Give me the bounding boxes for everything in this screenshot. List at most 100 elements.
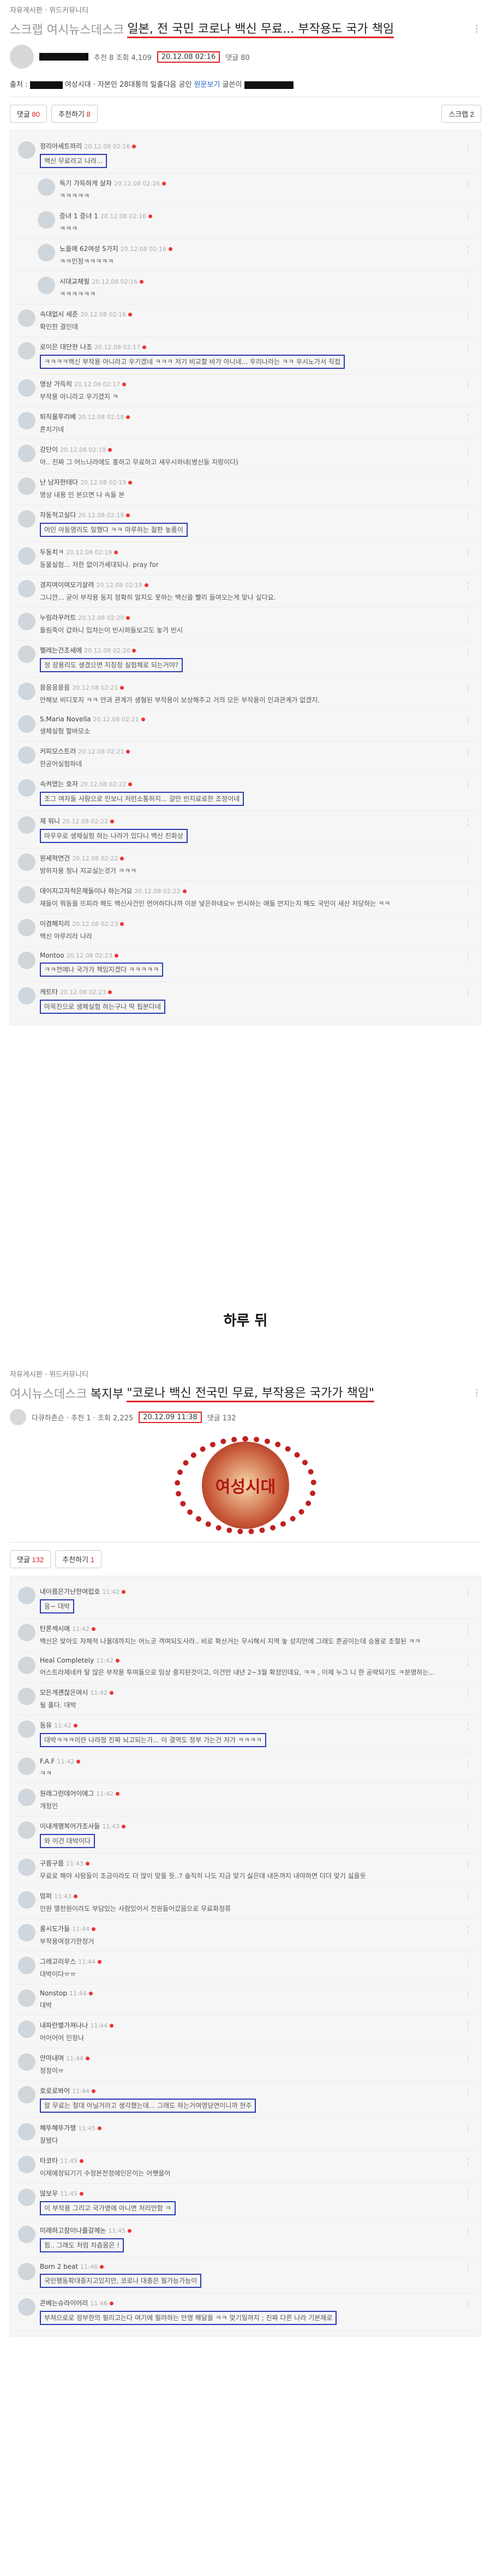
commenter-avatar[interactable] — [38, 178, 55, 196]
comment-menu-icon[interactable]: ⋮ — [464, 1991, 472, 2000]
commenter-avatar[interactable] — [18, 2156, 35, 2173]
commenter-name[interactable]: 롱시도가들 — [40, 1925, 70, 1933]
commenter-avatar[interactable] — [18, 580, 35, 597]
comment-menu-icon[interactable]: ⋮ — [464, 278, 472, 287]
commenter-avatar[interactable] — [18, 2123, 35, 2141]
commenter-name[interactable]: S.Maria Novella — [40, 715, 91, 723]
commenter-avatar[interactable] — [18, 1657, 35, 1674]
comment-menu-icon[interactable]: ⋮ — [464, 1625, 472, 1634]
commenter-name[interactable]: 타코타 — [40, 2157, 58, 2165]
commenter-name[interactable]: 원래그런데어이에그 — [40, 1790, 94, 1797]
commenter-name[interactable]: F.A.F — [40, 1758, 55, 1765]
commenter-avatar[interactable] — [18, 1624, 35, 1641]
commenter-avatar[interactable] — [18, 141, 35, 159]
commenter-name[interactable]: 강단이 — [40, 446, 58, 453]
comment-menu-icon[interactable]: ⋮ — [464, 2190, 472, 2199]
commenter-avatar[interactable] — [18, 987, 35, 1005]
commenter-avatar[interactable] — [18, 886, 35, 904]
commenter-name[interactable]: 동유 — [40, 1722, 52, 1729]
comments-button[interactable]: 댓글 80 — [10, 105, 47, 123]
comment-menu-icon[interactable]: ⋮ — [464, 1860, 472, 1869]
commenter-avatar[interactable] — [18, 952, 35, 969]
commenter-name[interactable]: 속대없시 세준 — [40, 310, 78, 318]
comment-menu-icon[interactable]: ⋮ — [464, 1893, 472, 1902]
commenter-avatar[interactable] — [18, 2189, 35, 2206]
commenter-avatar[interactable] — [18, 1758, 35, 1775]
comment-menu-icon[interactable]: ⋮ — [464, 246, 472, 254]
commenter-name[interactable]: 경지여이여모기살려 — [40, 581, 94, 589]
comment-menu-icon[interactable]: ⋮ — [464, 921, 472, 929]
commenter-name[interactable]: 않보우 — [40, 2190, 58, 2197]
commenter-avatar[interactable] — [18, 853, 35, 871]
commenter-name[interactable]: 캐트타 — [40, 988, 58, 996]
commenter-name[interactable]: 자동적고실다 — [40, 511, 76, 519]
commenter-avatar[interactable] — [18, 919, 35, 936]
comment-menu-icon[interactable]: ⋮ — [464, 1823, 472, 1832]
commenter-name[interactable]: 퇴직울루리베 — [40, 413, 76, 421]
commenter-avatar[interactable] — [18, 1821, 35, 1839]
commenter-name[interactable]: 미래하고창이나를갈께논 — [40, 2227, 106, 2234]
commenter-name[interactable]: 누림라꾸러트 — [40, 614, 76, 621]
comment-menu-icon[interactable]: ⋮ — [464, 989, 472, 997]
commenter-name[interactable]: 이내게행복어가조사들 — [40, 1822, 100, 1830]
commenter-avatar[interactable] — [18, 1989, 35, 2007]
comment-menu-icon[interactable]: ⋮ — [464, 2264, 472, 2273]
commenter-avatar[interactable] — [18, 309, 35, 327]
comment-menu-icon[interactable]: ⋮ — [464, 1958, 472, 1967]
commenter-avatar[interactable] — [18, 779, 35, 797]
commenter-name[interactable]: 이겸해지리 — [40, 920, 70, 928]
author-avatar-2[interactable] — [10, 1409, 26, 1425]
comment-menu-icon[interactable]: ⋮ — [464, 381, 472, 390]
commenter-name[interactable]: 명상 가득히 — [40, 380, 72, 388]
commenter-avatar[interactable] — [18, 1858, 35, 1876]
comment-count-2[interactable]: 댓글 132 — [207, 1412, 236, 1423]
commenter-avatar[interactable] — [38, 277, 55, 294]
comment-menu-icon[interactable]: ⋮ — [464, 2022, 472, 2031]
comment-menu-icon[interactable]: ⋮ — [464, 1658, 472, 1667]
commenter-name[interactable]: 탄론섹시애 — [40, 1625, 70, 1633]
comment-menu-icon[interactable]: ⋮ — [464, 684, 472, 693]
comment-menu-icon[interactable]: ⋮ — [464, 953, 472, 962]
commenter-name[interactable]: 증녀 1 증녀 1 — [59, 212, 98, 220]
commenter-avatar[interactable] — [18, 2263, 35, 2280]
commenter-avatar[interactable] — [18, 477, 35, 495]
commenter-avatar[interactable] — [18, 1891, 35, 1909]
commenter-avatar[interactable] — [18, 646, 35, 663]
like-button-2[interactable]: 추천하기 1 — [55, 1550, 101, 1568]
comment-menu-icon[interactable]: ⋮ — [464, 512, 472, 521]
commenter-avatar[interactable] — [18, 715, 35, 733]
commenter-name[interactable]: 로이은 대단한 나조 — [40, 343, 92, 351]
comment-menu-icon[interactable]: ⋮ — [464, 180, 472, 189]
commenter-name[interactable]: Born 2 beat — [40, 2263, 78, 2270]
comment-menu-icon[interactable]: ⋮ — [464, 143, 472, 152]
comment-menu-icon[interactable]: ⋮ — [464, 748, 472, 757]
commenter-name[interactable]: 노을에 62여성 5가지 — [59, 245, 118, 253]
scrap-button[interactable]: 스크랩 2 — [441, 105, 481, 123]
comment-menu-icon[interactable]: ⋮ — [464, 781, 472, 790]
commenter-name[interactable]: Heal Completely — [40, 1657, 94, 1664]
comment-menu-icon[interactable]: ⋮ — [464, 2125, 472, 2133]
commenter-avatar[interactable] — [18, 816, 35, 834]
commenter-avatar[interactable] — [18, 2086, 35, 2103]
commenter-avatar[interactable] — [18, 547, 35, 565]
kebab-menu-icon[interactable]: ⋮ — [472, 23, 481, 34]
commenter-name[interactable]: 멈퍼 — [40, 1892, 52, 1900]
comment-menu-icon[interactable]: ⋮ — [464, 1926, 472, 1934]
comments-button-2[interactable]: 댓글 132 — [10, 1550, 51, 1568]
comment-menu-icon[interactable]: ⋮ — [464, 1588, 472, 1597]
commenter-avatar[interactable] — [18, 1688, 35, 1705]
comment-menu-icon[interactable]: ⋮ — [464, 213, 472, 222]
commenter-name[interactable]: 커피모스트러 — [40, 748, 76, 755]
commenter-name[interactable]: Nonstop — [40, 1989, 67, 1997]
comment-menu-icon[interactable]: ⋮ — [464, 1689, 472, 1698]
commenter-avatar[interactable] — [18, 412, 35, 429]
commenter-name[interactable]: 구름구름 — [40, 1860, 64, 1867]
commenter-name[interactable]: 내이름은가난한여럽호 — [40, 1588, 100, 1595]
kebab-menu-icon-2[interactable]: ⋮ — [472, 1388, 481, 1398]
commenter-avatar[interactable] — [18, 1924, 35, 1941]
commenter-avatar[interactable] — [18, 1587, 35, 1604]
commenter-avatar[interactable] — [18, 1720, 35, 1738]
comment-menu-icon[interactable]: ⋮ — [464, 1790, 472, 1799]
commenter-avatar[interactable] — [18, 746, 35, 764]
commenter-name[interactable]: 데이지고자적은제들이나 하는거요 — [40, 887, 132, 895]
